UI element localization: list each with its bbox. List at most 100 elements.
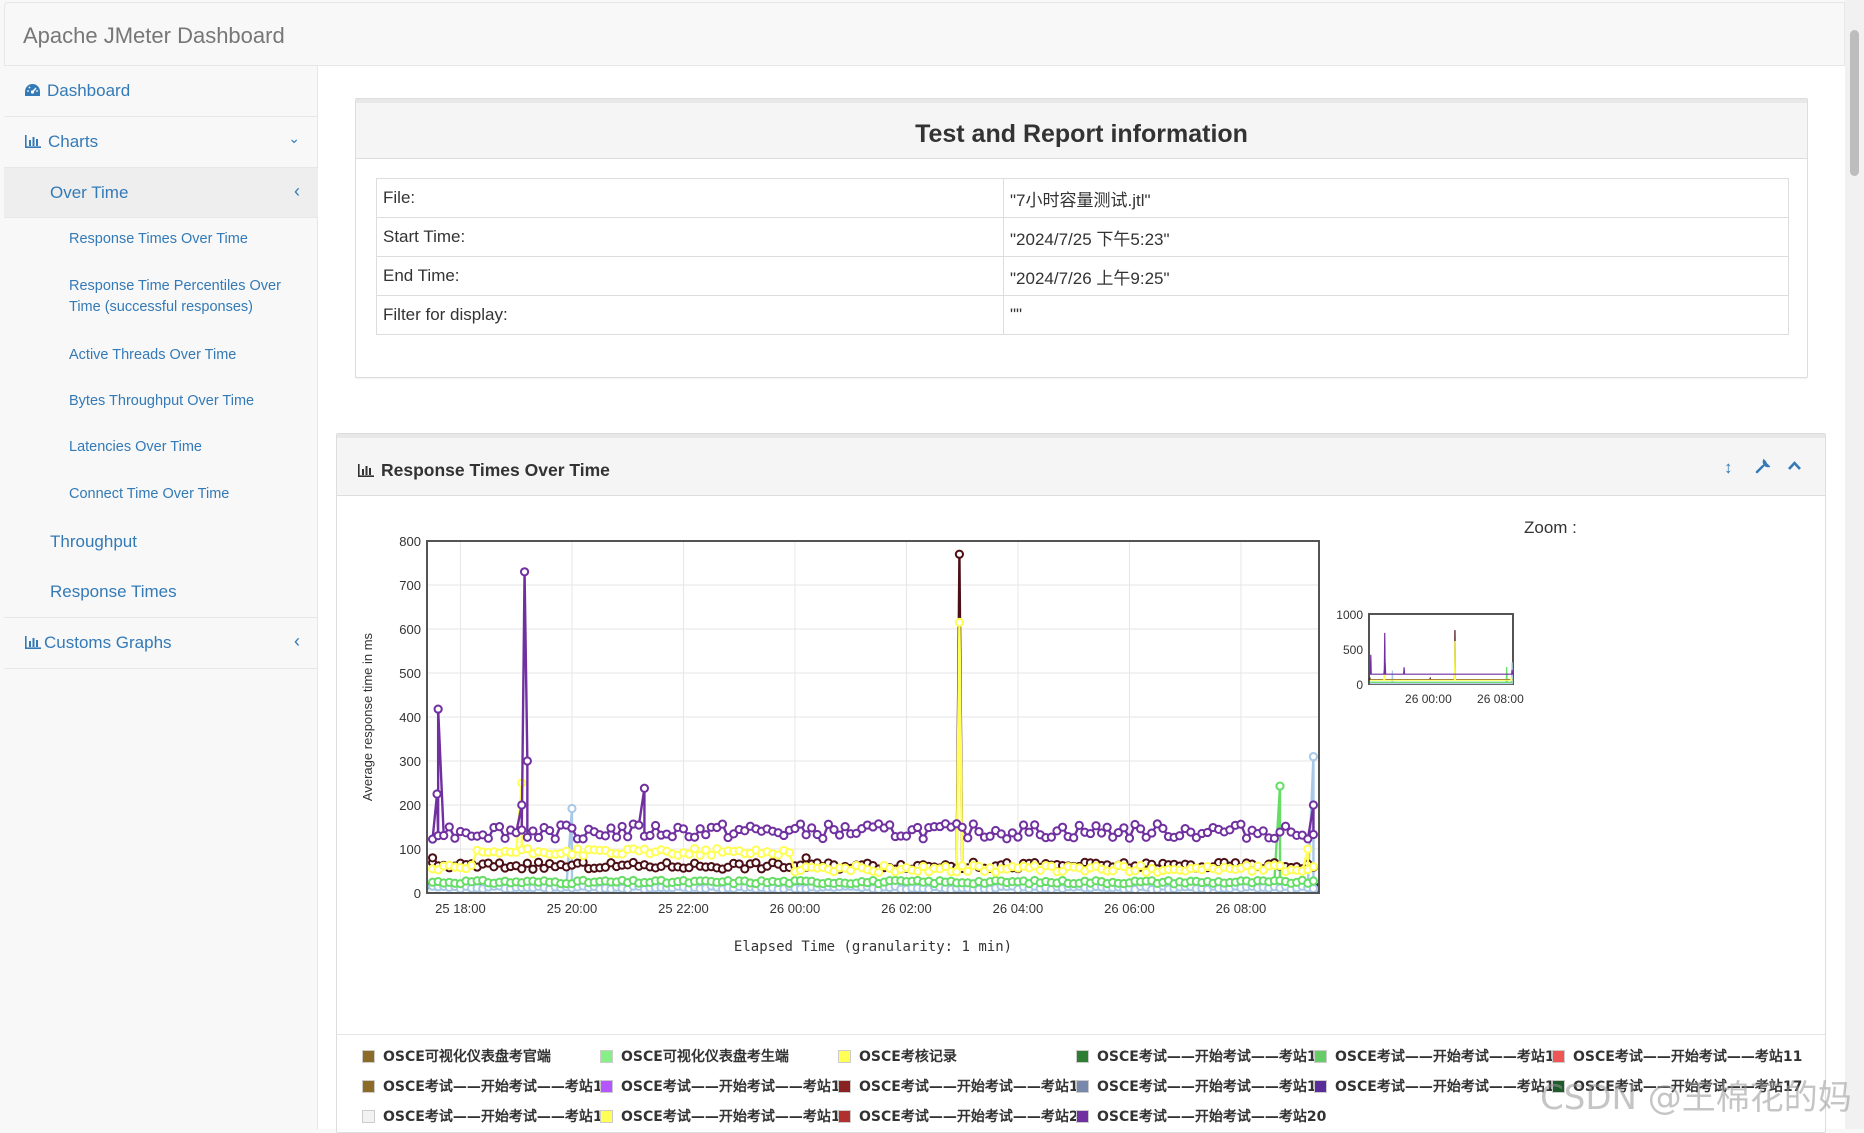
legend-label: OSCE考试——开始考试——考站13	[621, 1079, 851, 1095]
chevron-left-icon[interactable]: ‹	[294, 631, 300, 652]
legend-item[interactable]: OSCE考试——开始考试——考站14	[838, 1076, 1088, 1098]
chevron-down-icon[interactable]: ⌄	[288, 130, 300, 147]
legend-item[interactable]: OSCE考试——开始考试——考站2	[838, 1106, 1079, 1128]
legend-item[interactable]: OSCE考试——开始考试——考站11	[1552, 1046, 1802, 1068]
data-point	[834, 830, 845, 840]
data-point	[567, 803, 577, 814]
data-point	[522, 756, 532, 766]
chevron-left-icon[interactable]: ‹	[294, 181, 300, 202]
legend-item[interactable]: OSCE考试——开始考试——考站16	[1314, 1076, 1564, 1098]
brand-title[interactable]: Apache JMeter Dashboard	[23, 23, 285, 49]
info-value: "7小时容量测试.jtl"	[1003, 178, 1789, 218]
data-point	[545, 825, 555, 836]
table-row: End Time: "2024/7/26 上午9:25"	[376, 256, 1789, 296]
sidebar-item-label: Throughput	[50, 532, 137, 551]
sidebar-link-connect-time[interactable]: Connect Time Over Time	[69, 484, 229, 505]
legend-item[interactable]: OSCE可视化仪表盘考官端	[362, 1046, 551, 1068]
data-point	[578, 834, 588, 844]
sidebar-item-charts[interactable]: Charts ⌄	[4, 117, 318, 168]
legend-label: OSCE考试——开始考试——考站20	[1097, 1109, 1327, 1125]
data-point	[690, 844, 700, 854]
data-point	[1258, 826, 1268, 836]
data-point	[1136, 824, 1146, 834]
legend-item[interactable]: OSCE考试——开始考试——考站18	[362, 1106, 612, 1128]
sidebar-item-over-time[interactable]: Over Time ‹	[4, 168, 318, 218]
legend-item[interactable]: OSCE可视化仪表盘考生端	[600, 1046, 789, 1068]
legend-item[interactable]: OSCE考试——开始考试——考站13	[600, 1076, 850, 1098]
x-tick-label: 26 02:00	[881, 901, 932, 916]
sidebar-link-response-time-percentiles-line2[interactable]: Time (successful responses)	[69, 297, 253, 318]
chart-divider	[337, 1034, 1825, 1035]
series-line	[431, 571, 1315, 842]
wrench-icon[interactable]	[1755, 458, 1771, 479]
legend-item[interactable]: OSCE考试——开始考试——考站19	[600, 1106, 850, 1128]
data-point	[957, 822, 967, 832]
data-point	[952, 867, 962, 877]
legend-item[interactable]: OSCE考试——开始考试——考站12	[362, 1076, 612, 1098]
data-point	[667, 832, 677, 842]
y-tick-label: 600	[399, 622, 421, 637]
x-tick-label: 26 04:00	[993, 901, 1044, 916]
legend-item[interactable]: OSCE考试——开始考试——考站15	[1076, 1076, 1326, 1098]
legend-item[interactable]: OSCE考试——开始考试——考站10	[1314, 1046, 1564, 1068]
data-point	[1069, 833, 1079, 843]
data-point	[617, 821, 627, 832]
data-point	[1030, 820, 1040, 830]
zoom-y-tick-label: 1000	[1336, 608, 1363, 622]
sidebar-link-response-time-percentiles[interactable]: Response Time Percentiles Over	[69, 276, 281, 297]
sidebar-link-latencies[interactable]: Latencies Over Time	[69, 437, 202, 458]
data-point	[807, 823, 817, 833]
data-point	[567, 823, 577, 833]
data-point	[533, 857, 544, 867]
sidebar-link-response-times-over-time[interactable]: Response Times Over Time	[69, 229, 248, 250]
data-point	[432, 789, 442, 799]
table-row: Start Time: "2024/7/25 下午5:23"	[376, 217, 1789, 257]
page-scrollbar[interactable]	[1845, 0, 1864, 1129]
data-point	[639, 783, 650, 793]
data-point	[1013, 832, 1023, 842]
sidebar-link-bytes-throughput[interactable]: Bytes Throughput Over Time	[69, 391, 254, 412]
data-point	[963, 866, 973, 876]
x-tick-label: 25 20:00	[547, 901, 598, 916]
data-point	[450, 833, 460, 843]
chevron-up-icon[interactable]	[1787, 458, 1802, 478]
legend-swatch	[600, 1110, 613, 1123]
info-key: End Time:	[376, 256, 1004, 296]
table-row: File: "7小时容量测试.jtl"	[376, 178, 1789, 218]
sidebar-item-response-times[interactable]: Response Times	[4, 567, 318, 618]
data-point	[444, 822, 454, 832]
data-point	[1074, 820, 1084, 830]
data-point	[433, 704, 443, 714]
data-point	[1046, 832, 1057, 842]
info-value: "2024/7/26 上午9:25"	[1003, 256, 1789, 296]
sidebar-item-dashboard[interactable]: Dashboard	[4, 66, 318, 117]
data-point	[954, 549, 965, 559]
data-point	[528, 864, 538, 874]
legend-label: OSCE可视化仪表盘考官端	[383, 1049, 551, 1065]
data-point	[517, 825, 527, 835]
sidebar-link-active-threads[interactable]: Active Threads Over Time	[69, 345, 236, 366]
data-point	[1275, 781, 1285, 791]
data-point	[650, 820, 661, 831]
sidebar-item-throughput[interactable]: Throughput	[4, 516, 318, 567]
data-point	[690, 832, 700, 842]
sidebar-item-customs-graphs[interactable]: Customs Graphs ‹	[4, 618, 318, 669]
legend-swatch	[1314, 1050, 1327, 1063]
legend-item[interactable]: OSCE考试——开始考试——考站20	[1076, 1106, 1326, 1128]
data-point	[1057, 822, 1068, 832]
data-point	[606, 823, 616, 833]
data-point	[427, 853, 438, 863]
legend-item[interactable]: OSCE考核记录	[838, 1046, 957, 1068]
legend-label: OSCE考试——开始考试——考站1	[1097, 1049, 1317, 1065]
data-point	[1091, 821, 1101, 831]
legend-swatch	[1076, 1050, 1089, 1063]
legend-item[interactable]: OSCE考试——开始考试——考站1	[1076, 1046, 1317, 1068]
panel-title: Test and Report information	[915, 120, 1248, 148]
y-tick-label: 300	[399, 754, 421, 769]
response-times-chart[interactable]: 0 100 200 300 400 500 600 700 800 25 18:00 25 20:0…	[337, 496, 1827, 1076]
data-point	[600, 831, 610, 841]
bar-chart-icon	[25, 636, 41, 649]
info-value: ""	[1003, 295, 1789, 335]
scrollbar-thumb[interactable]	[1850, 30, 1859, 176]
resize-vertical-icon[interactable]: ↕	[1724, 458, 1733, 478]
